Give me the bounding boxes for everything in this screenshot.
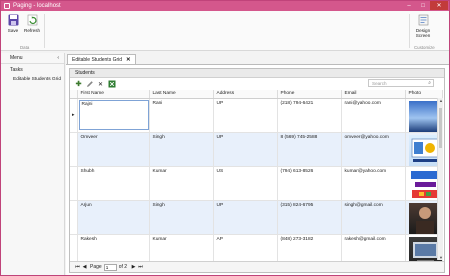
minimize-button[interactable]: – (402, 1, 416, 10)
tab-label: Editable Students Grid (72, 56, 123, 63)
cell-email[interactable]: rani@yahoo.com (341, 98, 406, 133)
save-icon (8, 14, 19, 26)
cell-phone[interactable]: (218) 794-6421 (277, 98, 342, 133)
add-icon[interactable]: ✚ (74, 80, 83, 89)
first-name-edit-field[interactable]: Rajni (78, 99, 148, 130)
cell-phone[interactable]: (315) 824-6795 (277, 200, 342, 235)
column-header-photo[interactable]: Photo (405, 90, 443, 99)
last-page-icon[interactable]: ⏭ (137, 264, 144, 270)
screen-content: Students ✚ ✕ Search ⌕ First Name Last Na… (66, 64, 449, 275)
students-table: First Name Last Name Address Phone Email… (70, 90, 443, 269)
data-group-label: Data (20, 45, 30, 50)
collapse-icon[interactable]: ‹ (57, 55, 59, 61)
export-excel-icon[interactable] (107, 80, 116, 89)
vertical-scrollbar[interactable]: ▲ ▼ (437, 98, 443, 260)
search-input[interactable]: Search ⌕ (368, 79, 434, 87)
cell-address[interactable]: UP (213, 200, 278, 235)
next-page-icon[interactable]: ▶ (130, 264, 137, 270)
maximize-button[interactable]: □ (416, 1, 430, 10)
cell-first-name[interactable]: Arjun (77, 200, 150, 235)
page-label: Page (90, 264, 102, 270)
column-header-phone[interactable]: Phone (277, 90, 342, 99)
cell-last-name[interactable]: Rani (149, 98, 214, 133)
scroll-down-icon[interactable]: ▼ (438, 255, 444, 260)
cell-phone[interactable]: (794) 613-8526 (277, 166, 342, 201)
column-header-address[interactable]: Address (213, 90, 278, 99)
edit-icon[interactable] (85, 80, 94, 89)
column-header-email[interactable]: Email (341, 90, 406, 99)
app-icon (4, 3, 10, 9)
design-screen-label: Design Screen (415, 28, 431, 38)
scroll-up-icon[interactable]: ▲ (438, 98, 444, 103)
students-grid: Students ✚ ✕ Search ⌕ First Name Last Na… (69, 68, 445, 273)
window-controls: – □ ✕ (402, 1, 448, 10)
nav-item-editable-students-grid[interactable]: Editable Students Grid (1, 77, 64, 82)
cell-last-name[interactable]: Singh (149, 132, 214, 167)
cell-last-name[interactable]: Singh (149, 200, 214, 235)
title-bar: Paging - localhost – □ ✕ (1, 1, 449, 11)
page-count-label: of 2 (118, 264, 128, 270)
navigation-panel: Menu ‹ Tasks Editable Students Grid (1, 53, 65, 275)
row-indicator-header (70, 90, 78, 99)
grid-title: Students (70, 69, 444, 78)
table-row[interactable]: ▸ Rajni Rani UP (218) 794-6421 rani@yaho… (70, 98, 443, 133)
search-placeholder: Search (372, 80, 387, 86)
delete-icon[interactable]: ✕ (96, 80, 105, 89)
close-button[interactable]: ✕ (430, 1, 448, 10)
row-indicator (70, 166, 78, 201)
first-page-icon[interactable]: ⏮ (74, 264, 81, 270)
ribbon: Save Refresh Data Design Screen Customiz… (1, 11, 449, 51)
previous-page-icon[interactable]: ◀ (81, 264, 88, 270)
cell-first-name[interactable]: Rajni (77, 98, 150, 133)
tab-editable-students-grid[interactable]: Editable Students Grid ✕ (67, 54, 136, 64)
row-indicator (70, 200, 78, 235)
design-screen-button[interactable]: Design Screen (412, 14, 434, 38)
table-header-row: First Name Last Name Address Phone Email… (70, 90, 443, 99)
search-icon[interactable]: ⌕ (428, 80, 431, 86)
column-header-last-name[interactable]: Last Name (149, 90, 214, 99)
customize-group-label: Customize (414, 45, 435, 50)
pager: ⏮ ◀ Page of 2 ▶ ⏭ (70, 261, 444, 272)
save-label: Save (7, 28, 19, 33)
design-screen-icon (418, 14, 429, 26)
window-title: Paging - localhost (13, 3, 61, 9)
cell-email[interactable]: omveer@yahoo.com (341, 132, 406, 167)
tasks-header: Tasks (10, 66, 23, 73)
cell-first-name[interactable]: Shubh (77, 166, 150, 201)
save-button[interactable]: Save (5, 14, 21, 33)
cell-address[interactable]: US (213, 166, 278, 201)
tab-close-icon[interactable]: ✕ (126, 57, 131, 63)
ribbon-separator (409, 14, 410, 48)
row-indicator: ▸ (70, 98, 78, 133)
table-row[interactable]: Shubh Kumar US (794) 613-8526 kumar@yaho… (70, 166, 443, 201)
cell-email[interactable]: kumar@yahoo.com (341, 166, 406, 201)
ribbon-separator (44, 14, 45, 48)
refresh-label: Refresh (24, 28, 41, 33)
page-number-input[interactable] (103, 263, 117, 271)
cell-address[interactable]: UP (213, 132, 278, 167)
cell-email[interactable]: singh@gmail.com (341, 200, 406, 235)
column-header-first-name[interactable]: First Name (77, 90, 150, 99)
scrollbar-thumb[interactable] (439, 108, 442, 148)
row-indicator (70, 132, 78, 167)
cell-first-name[interactable]: Omveer (77, 132, 150, 167)
cell-phone[interactable]: 8 (569) 745-2588 (277, 132, 342, 167)
menu-label: Menu (10, 55, 23, 61)
cell-last-name[interactable]: Kumar (149, 166, 214, 201)
refresh-icon (27, 14, 38, 26)
menu-header[interactable]: Menu ‹ (1, 53, 64, 64)
cell-address[interactable]: UP (213, 98, 278, 133)
app-window: Paging - localhost – □ ✕ Save Refresh Da… (0, 0, 450, 276)
table-row[interactable]: Arjun Singh UP (315) 824-6795 singh@gmai… (70, 200, 443, 235)
table-row[interactable]: Omveer Singh UP 8 (569) 745-2588 omveer@… (70, 132, 443, 167)
refresh-button[interactable]: Refresh (24, 14, 40, 33)
